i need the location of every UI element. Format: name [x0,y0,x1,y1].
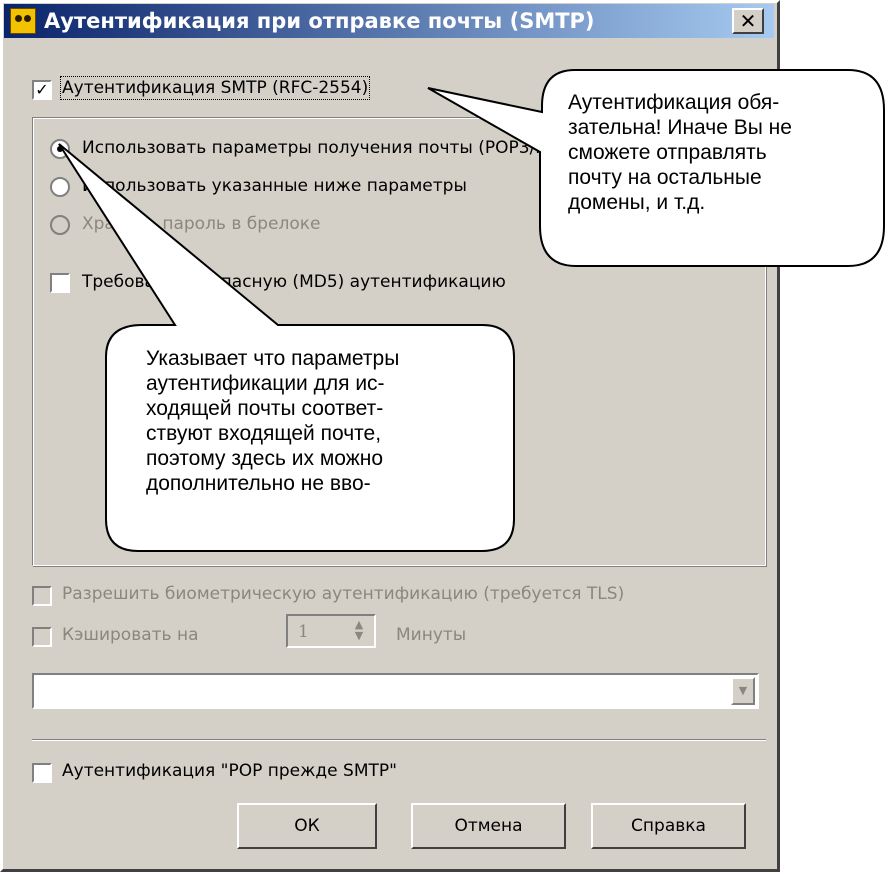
callout-middle-text: Указывает что параметры аутентификации д… [146,346,399,496]
callout-line: Аутентификация обя- [568,91,780,114]
callout-line: поэтому здесь их можно [146,447,384,470]
callout-line: дополнительно не вво- [146,472,371,495]
callout-line: ствуют входящей почте, [146,422,382,445]
callout-line: домены, и т.д. [568,191,706,214]
callout-top-right-text: Аутентификация обя- зательна! Иначе Вы н… [568,90,792,215]
callout-line: сможете отправлять [568,141,767,164]
callout-line: ходящей почты соответ- [146,397,384,420]
callout-line: Указывает что параметры [146,347,400,370]
callout-line: аутентификации для ис- [146,372,385,395]
callout-line: почту на остальные [568,166,762,189]
callout-line: зательна! Иначе Вы не [568,116,792,139]
